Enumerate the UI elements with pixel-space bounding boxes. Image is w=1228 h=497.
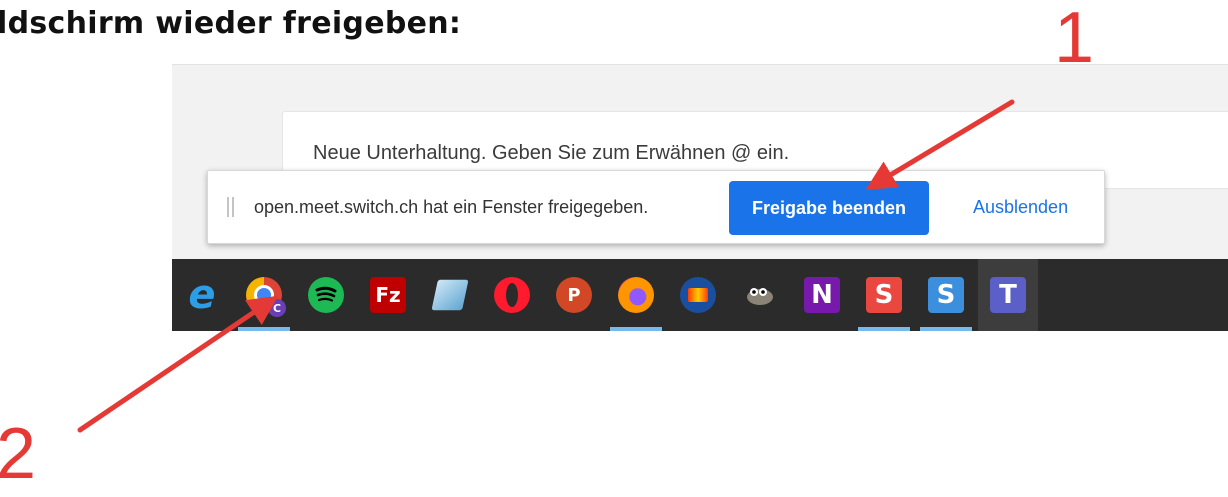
annotation-label-1: 1: [1054, 0, 1095, 78]
arrow-2: [77, 295, 279, 433]
annotation-label-2: 2: [0, 414, 37, 494]
arrow-1: [865, 99, 1015, 190]
annotation-arrows: [77, 99, 1015, 433]
